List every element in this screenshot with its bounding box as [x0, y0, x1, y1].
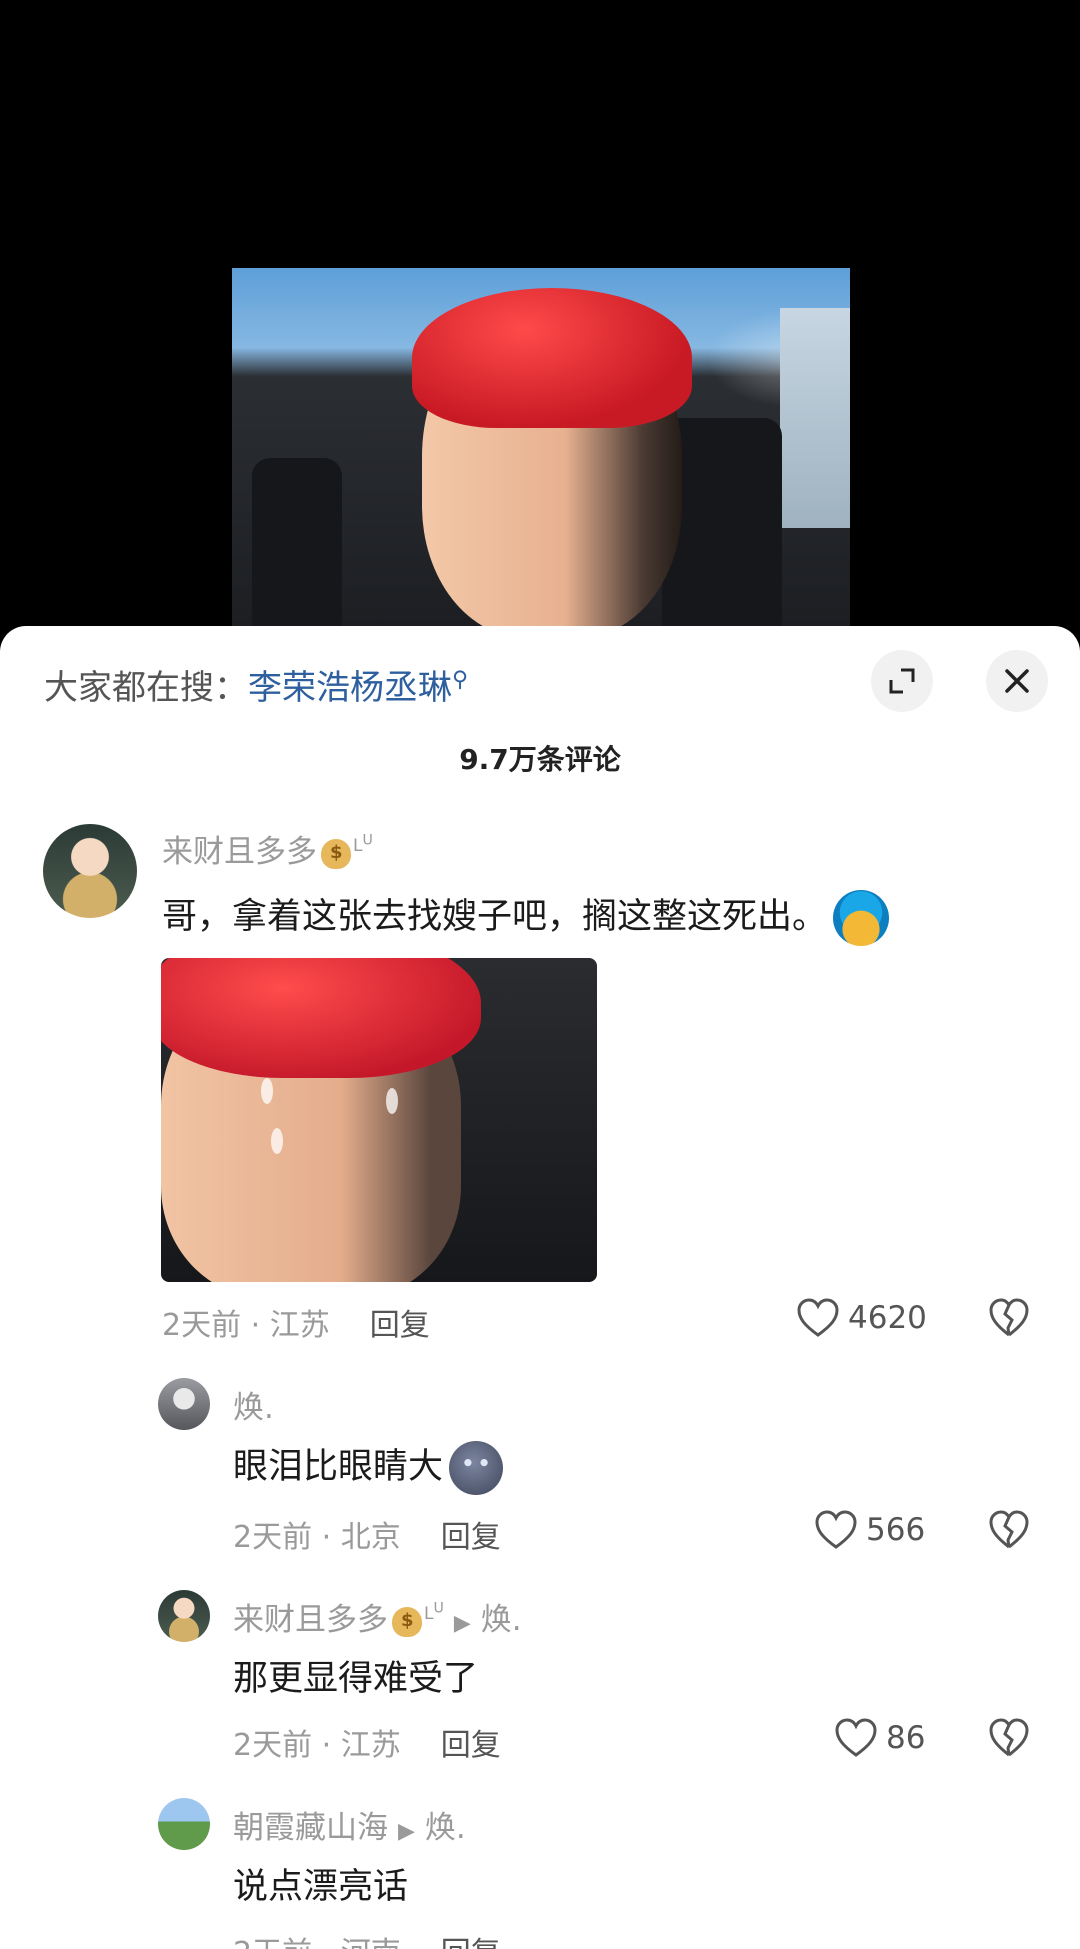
comment-count: 9.7万条评论 [459, 743, 621, 776]
comment-time: 2天前 [233, 1728, 313, 1763]
tear [261, 1078, 273, 1104]
comment-text-content: 眼泪比眼睛大 [233, 1447, 444, 1487]
like-count: 86 [886, 1720, 926, 1756]
comment-text: 说点漂亮话 [233, 1867, 409, 1907]
comment-location: 北京 [340, 1520, 401, 1555]
comment-location: 江苏 [269, 1308, 330, 1343]
tear [386, 1088, 398, 1114]
comment-text: 眼泪比眼睛大 [233, 1438, 504, 1495]
comment-meta: 2天前 · 江苏 回复 [162, 1300, 430, 1344]
comment-meta: 2天前 · 河南 回复 [233, 1928, 501, 1949]
separator: · [250, 1308, 261, 1343]
video-player[interactable] [0, 0, 1080, 630]
search-icon: ⚲ [452, 667, 469, 693]
username-text: 来财且多多 [233, 1602, 388, 1638]
comment-text: 哥，拿着这张去找嫂子吧，搁这整这死出。 [162, 888, 890, 946]
like-button[interactable]: 566 [814, 1510, 925, 1550]
username-text: 来财且多多 [162, 834, 317, 870]
comment-sheet: 大家都在搜：李荣浩杨丞琳⚲ 9.7万条评论 来财且多多 LU 哥，拿着这张去找嫂子… [0, 626, 1080, 1949]
red-hair [412, 288, 692, 428]
doge-emoji-icon [833, 890, 890, 946]
level-badge: LU [353, 832, 373, 856]
reply-button[interactable]: 回复 [441, 1520, 501, 1555]
comment-username[interactable]: 来财且多多 LU ▶ 焕. [233, 1594, 522, 1639]
heart-icon [835, 1718, 877, 1757]
like-button[interactable]: 4620 [796, 1298, 927, 1338]
money-bag-icon [392, 1606, 422, 1637]
broken-heart-icon [989, 1718, 1029, 1757]
comment-time: 2天前 [233, 1520, 313, 1555]
comment-username[interactable]: 焕. [233, 1382, 274, 1427]
comment-username[interactable]: 朝霞藏山海 ▶ 焕. [233, 1802, 466, 1847]
moon-face-emoji-icon [449, 1441, 504, 1495]
avatar[interactable] [158, 1378, 210, 1430]
dislike-button[interactable] [988, 1298, 1030, 1342]
comment-time: 2天前 [162, 1308, 242, 1343]
avatar[interactable] [158, 1798, 210, 1850]
close-icon [1005, 669, 1029, 693]
like-button[interactable]: 86 [834, 1718, 925, 1758]
red-hair [161, 958, 481, 1078]
separator: · [321, 1728, 332, 1763]
level-badge: LU [424, 1600, 444, 1624]
comment-location: 河南 [341, 1936, 401, 1949]
separator: · [321, 1520, 332, 1555]
dislike-button[interactable] [988, 1510, 1030, 1554]
like-count: 566 [866, 1512, 926, 1548]
reply-button[interactable]: 回复 [370, 1308, 430, 1343]
comment-time: 2天前 [233, 1936, 312, 1949]
reply-to-user[interactable]: 焕. [425, 1810, 466, 1846]
search-hint-label: 大家都在搜： [44, 668, 248, 708]
comment-meta: 2天前 · 北京 回复 [233, 1512, 501, 1556]
like-count: 4620 [848, 1300, 927, 1336]
reply-button[interactable]: 回复 [441, 1936, 501, 1949]
car-window [780, 308, 850, 528]
video-frame[interactable] [232, 268, 850, 630]
money-bag-icon [321, 838, 351, 869]
broken-heart-icon [989, 1298, 1029, 1337]
avatar[interactable] [158, 1590, 210, 1642]
comment-username[interactable]: 来财且多多 LU [162, 826, 373, 871]
comment-location: 江苏 [340, 1728, 401, 1763]
dislike-button[interactable] [988, 1718, 1030, 1762]
heart-icon [797, 1298, 839, 1337]
separator: · [322, 1936, 332, 1949]
tear [271, 1128, 283, 1154]
search-hint[interactable]: 大家都在搜：李荣浩杨丞琳⚲ [44, 660, 468, 709]
expand-icon [889, 668, 915, 694]
reply-to-user[interactable]: 焕. [481, 1602, 522, 1638]
play-arrow-icon: ▶ [398, 1819, 415, 1844]
heart-icon [815, 1510, 857, 1549]
close-button[interactable] [986, 650, 1048, 712]
comment-text-content: 哥，拿着这张去找嫂子吧，搁这整这死出。 [162, 897, 828, 937]
username-text: 朝霞藏山海 [233, 1810, 388, 1846]
play-arrow-icon: ▶ [453, 1611, 471, 1636]
comment-text: 那更显得难受了 [233, 1659, 479, 1699]
comment-image[interactable] [161, 958, 597, 1282]
reply-button[interactable]: 回复 [441, 1728, 501, 1763]
comment-meta: 2天前 · 江苏 回复 [233, 1720, 501, 1764]
broken-heart-icon [989, 1510, 1029, 1549]
car-seat [252, 458, 342, 630]
expand-button[interactable] [871, 650, 933, 712]
search-keyword[interactable]: 李荣浩杨丞琳 [248, 668, 452, 708]
avatar[interactable] [43, 824, 137, 918]
